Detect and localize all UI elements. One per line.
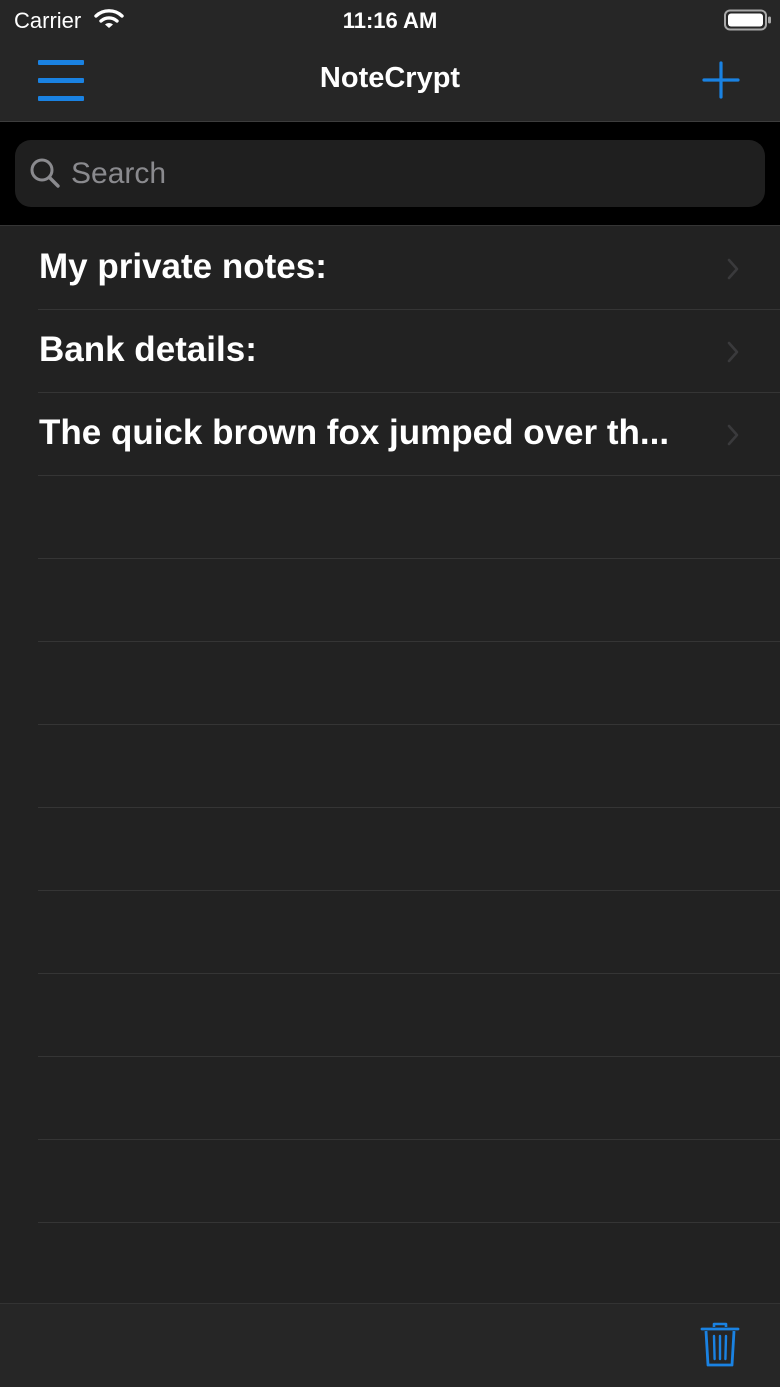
status-bar: Carrier 11:16 AM — [0, 0, 780, 40]
search-input[interactable] — [71, 140, 751, 207]
empty-row — [0, 725, 780, 808]
plus-icon — [702, 61, 740, 99]
empty-row — [0, 476, 780, 559]
battery-icon — [724, 9, 771, 31]
note-row[interactable]: Bank details: — [0, 310, 780, 393]
navigation-bar: NoteCrypt — [0, 40, 780, 122]
notes-list-screen: Carrier 11:16 AM NoteCrypt Search My pri… — [0, 0, 780, 1387]
empty-row — [0, 891, 780, 974]
add-note-button[interactable] — [702, 61, 740, 99]
nav-title: NoteCrypt — [319, 62, 461, 94]
search-field[interactable] — [15, 140, 765, 207]
empty-row — [0, 1140, 780, 1223]
empty-row — [0, 808, 780, 891]
note-row[interactable]: The quick brown fox jumped over th... — [0, 393, 780, 476]
search-icon — [30, 158, 60, 188]
delete-button[interactable] — [700, 1322, 740, 1368]
notes-list: My private notes: Bank details: The quic… — [0, 227, 780, 1223]
note-row[interactable]: My private notes: — [0, 227, 780, 310]
search-area — [0, 122, 780, 226]
clock: 11:16 AM — [342, 8, 438, 33]
chevron-right-icon — [727, 258, 739, 280]
note-title: Bank details: — [39, 330, 257, 369]
note-title: My private notes: — [39, 247, 327, 286]
empty-row — [0, 1057, 780, 1140]
empty-row — [0, 642, 780, 725]
menu-button[interactable] — [38, 60, 84, 102]
chevron-right-icon — [727, 424, 739, 446]
trash-icon — [700, 1322, 740, 1367]
empty-row — [0, 559, 780, 642]
bottom-toolbar — [0, 1303, 780, 1387]
chevron-right-icon — [727, 341, 739, 363]
empty-row — [0, 974, 780, 1057]
note-title: The quick brown fox jumped over th... — [39, 413, 670, 452]
